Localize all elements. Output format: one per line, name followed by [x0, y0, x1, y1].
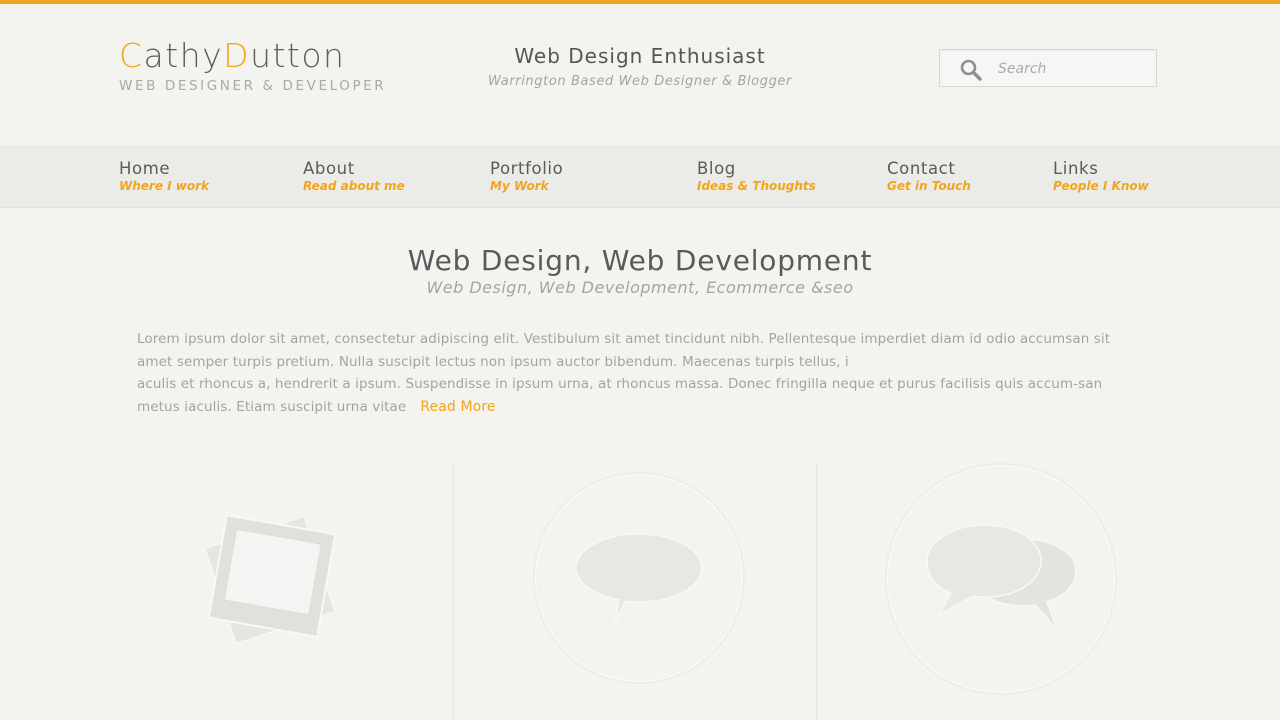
nav-label: Home	[119, 159, 171, 178]
nav-label: About	[303, 159, 355, 178]
nav-label: Contact	[887, 159, 956, 178]
feature-divider	[816, 462, 817, 720]
search-input[interactable]	[998, 58, 1148, 80]
page-subtitle: Web Design, Web Development, Ecommerce &…	[426, 278, 854, 297]
site-logo[interactable]: CathyDutton WEB DESIGNER & DEVELOPER	[119, 36, 387, 95]
nav-sublabel: Get in Touch	[887, 179, 971, 193]
photos-icon	[204, 514, 337, 645]
speech-bubble-icon	[575, 533, 703, 623]
read-more-link[interactable]: Read More	[420, 399, 495, 415]
nav-item-contact[interactable]: Contact Get in Touch	[887, 159, 971, 193]
tagline-subtitle: Warrington Based Web Designer & Blogger	[488, 74, 792, 89]
feature-contact[interactable]	[885, 463, 1117, 695]
conversation-icon	[926, 524, 1077, 630]
search-box[interactable]	[939, 49, 1157, 87]
nav-item-portfolio[interactable]: Portfolio My Work	[490, 159, 563, 193]
nav-item-home[interactable]: Home Where I work	[119, 159, 209, 193]
nav-item-about[interactable]: About Read about me	[303, 159, 405, 193]
logo-subtitle: WEB DESIGNER & DEVELOPER	[119, 78, 387, 94]
intro-heading: Web Design, Web Development Web Design, …	[140, 244, 1140, 297]
tagline-title: Web Design Enthusiast	[514, 44, 766, 68]
nav-sublabel: People I Know	[1053, 179, 1149, 193]
nav-label: Portfolio	[490, 159, 564, 178]
search-icon[interactable]	[959, 58, 983, 82]
paragraph-line-2: aculis et rhoncus a, hendrerit a ipsum. …	[137, 376, 1103, 415]
main-nav: Home Where I work About Read about me Po…	[0, 146, 1280, 208]
nav-sublabel: My Work	[490, 179, 549, 193]
site-tagline: Web Design Enthusiast Warrington Based W…	[440, 44, 840, 89]
nav-sublabel: Where I work	[119, 179, 210, 193]
intro-paragraph: Lorem ipsum dolor sit amet, consectetur …	[137, 328, 1142, 418]
top-accent-bar	[0, 0, 1280, 4]
feature-blog[interactable]	[533, 472, 745, 684]
nav-label: Links	[1053, 159, 1099, 178]
nav-item-blog[interactable]: Blog Ideas & Thoughts	[697, 159, 816, 193]
logo-name: CathyDutton	[119, 36, 346, 75]
nav-label: Blog	[697, 159, 736, 178]
nav-sublabel: Ideas & Thoughts	[697, 179, 816, 193]
page-title: Web Design, Web Development	[407, 244, 873, 277]
feature-divider	[453, 462, 454, 720]
nav-sublabel: Read about me	[303, 179, 405, 193]
feature-portfolio[interactable]	[200, 510, 350, 650]
nav-item-links[interactable]: Links People I Know	[1053, 159, 1149, 193]
paragraph-line-1: Lorem ipsum dolor sit amet, consectetur …	[137, 331, 1111, 370]
